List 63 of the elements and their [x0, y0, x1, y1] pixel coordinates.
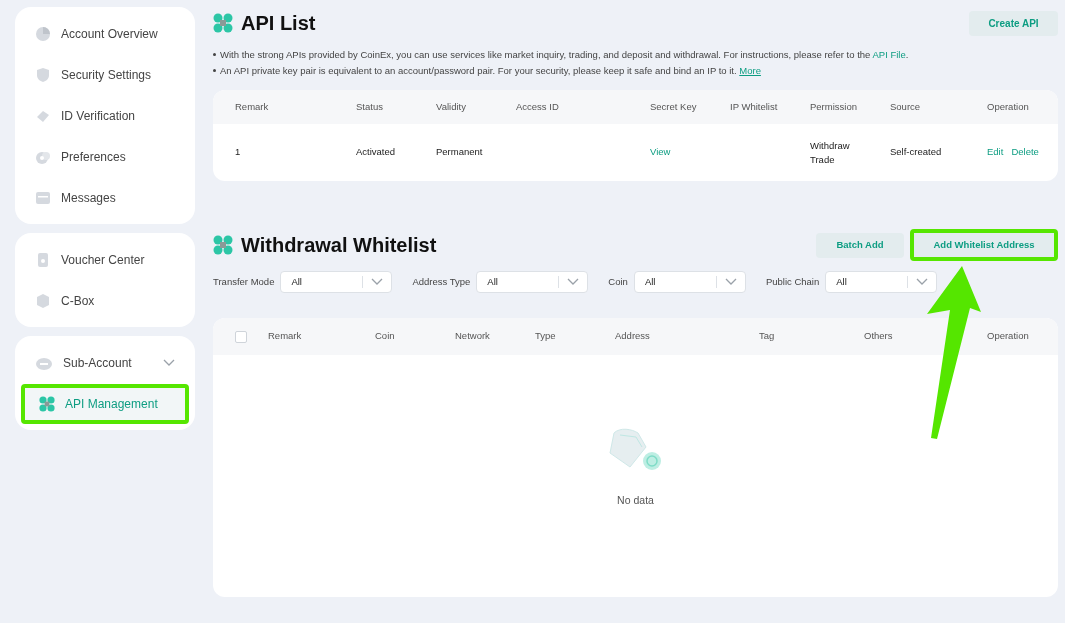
api-icon: [213, 235, 233, 255]
select-all-checkbox[interactable]: [235, 330, 247, 343]
sidebar-item[interactable]: Account Overview: [21, 13, 189, 54]
box-icon: [35, 292, 51, 309]
pie-chart-icon: [35, 25, 51, 42]
column-header: Operation: [987, 329, 1030, 344]
filter-select[interactable]: All: [825, 271, 938, 293]
section-title: Withdrawal Whitelist: [241, 233, 437, 258]
filter-label: Transfer Mode: [213, 274, 275, 289]
chevron-down-icon: [916, 278, 929, 286]
sidebar-item[interactable]: Voucher Center: [21, 239, 189, 280]
info-note: An API private key pair is equivalent to an account/password pair. For your security, please keep it safe and bind an IP to it. More: [220, 64, 761, 77]
column-header: Tag: [759, 329, 776, 344]
shield-icon: [35, 66, 51, 83]
filter-select[interactable]: All: [476, 271, 589, 293]
filter-label: Address Type: [412, 274, 471, 289]
column-header: Coin: [375, 329, 396, 344]
table-cell-text: Trade: [810, 152, 836, 167]
sidebar-item[interactable]: Messages: [21, 177, 189, 218]
ticket-icon: [35, 251, 51, 268]
sidebar-item[interactable]: Preferences: [21, 136, 189, 177]
view-link[interactable]: View: [650, 145, 671, 160]
table-cell-text: Withdraw: [810, 138, 851, 153]
info-note: With the strong APIs provided by CoinEx, you can use services like market inquiry, trading, and deposit and withdrawal. For instructions, please refer to the API File.: [220, 48, 909, 61]
sidebar-item[interactable]: C-Box: [21, 280, 189, 321]
sidebar-item[interactable]: ID Verification: [21, 95, 189, 136]
column-header: Others: [864, 329, 894, 344]
column-header: Remark: [235, 99, 270, 114]
operation-link[interactable]: Delete: [1011, 145, 1039, 160]
column-header: Address: [615, 329, 651, 344]
column-header: IP Whitelist: [730, 99, 779, 114]
bullet-icon: [213, 69, 216, 72]
sidebar-item[interactable]: Sub-Account: [21, 342, 189, 383]
column-header: Permission: [810, 99, 858, 114]
table-cell-text: Permanent: [436, 145, 484, 160]
column-header: Network: [455, 329, 491, 344]
chevron-down-icon: [371, 278, 384, 286]
api-icon: [213, 13, 233, 33]
filter-label: Public Chain: [765, 274, 820, 289]
chevron-down-icon: [163, 358, 175, 367]
column-header: Remark: [268, 329, 303, 344]
column-header: Access ID: [516, 99, 560, 114]
column-header: Status: [356, 99, 384, 114]
bullet-icon: [213, 53, 216, 56]
sidebar-item[interactable]: Security Settings: [21, 54, 189, 95]
api-icon: [39, 395, 55, 412]
filter-select[interactable]: All: [280, 271, 393, 293]
column-header: Secret Key: [650, 99, 698, 114]
filter-select[interactable]: All: [633, 271, 746, 293]
column-header: Operation: [987, 99, 1030, 114]
table-cell-text: Activated: [356, 145, 397, 160]
chevron-down-icon: [724, 278, 737, 286]
section-title: API List: [241, 11, 316, 36]
operation-link[interactable]: Edit: [987, 145, 1004, 160]
empty-text: No data: [617, 493, 654, 508]
chevron-down-icon: [567, 278, 580, 286]
table-cell-text: Self-created: [890, 145, 943, 160]
column-header: Validity: [436, 99, 467, 114]
filter-label: Coin: [608, 274, 628, 289]
column-header: Type: [535, 329, 557, 344]
message-icon: [35, 189, 51, 206]
table-cell-text: 1: [235, 145, 242, 160]
column-header: Source: [890, 99, 922, 114]
